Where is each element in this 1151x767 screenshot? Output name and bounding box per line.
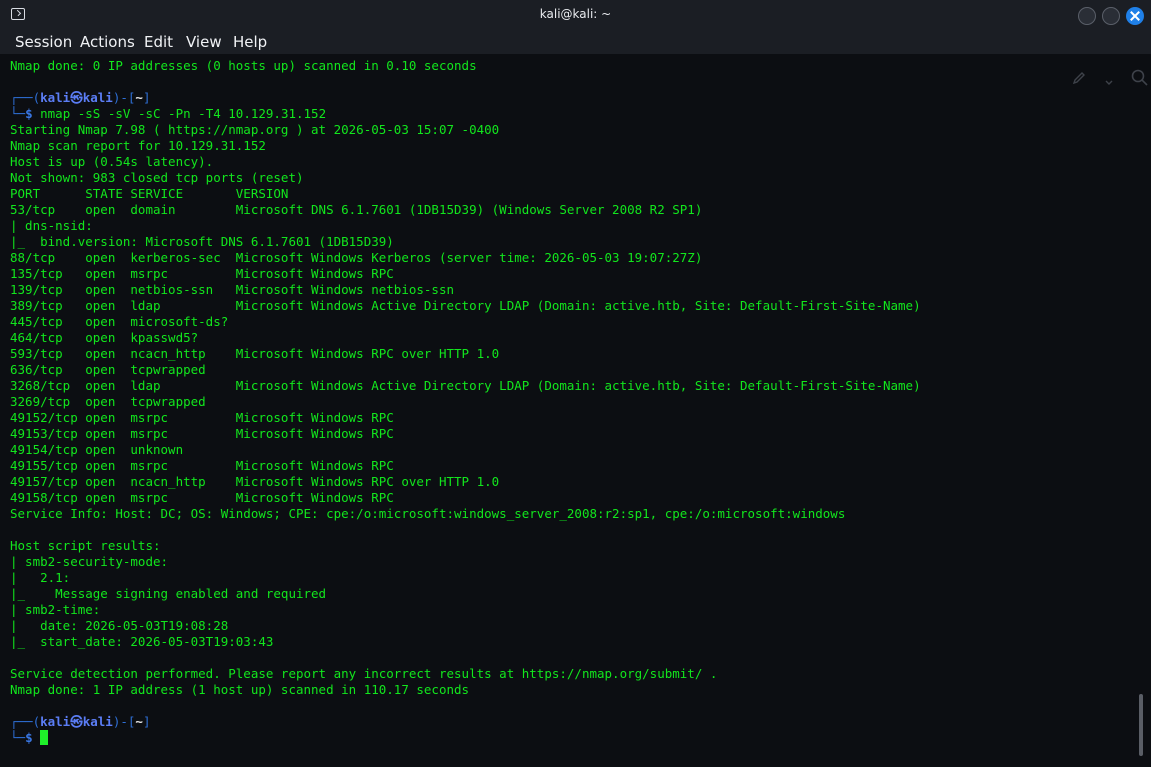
minimize-button[interactable] (1078, 7, 1096, 25)
prompt-user-host: kali㉿kali (40, 90, 113, 105)
terminal-line: 389/tcp open ldap Microsoft Windows Acti… (10, 298, 921, 313)
prompt-path: ~ (135, 714, 143, 729)
terminal-line: |_ start_date: 2026-05-03T19:03:43 (10, 634, 274, 649)
terminal-line: 88/tcp open kerberos-sec Microsoft Windo… (10, 250, 703, 265)
terminal-window: kali@kali: ~ Session Actions Edit View H… (0, 0, 1151, 767)
terminal-line: Nmap done: 0 IP addresses (0 hosts up) s… (10, 58, 477, 73)
title-bar[interactable]: kali@kali: ~ (0, 0, 1151, 31)
terminal-line: 3269/tcp open tcpwrapped (10, 394, 206, 409)
terminal-line: 49155/tcp open msrpc Microsoft Windows R… (10, 458, 394, 473)
terminal-line: | smb2-security-mode: (10, 554, 169, 569)
chevron-down-icon[interactable] (1104, 72, 1114, 85)
nmap-command: nmap -sS -sV -sC -Pn -T4 10.129.31.152 (40, 106, 327, 121)
menu-bar: Session Actions Edit View Help (0, 31, 1151, 54)
scrollbar-thumb[interactable] (1139, 694, 1143, 756)
terminal-line: 49152/tcp open msrpc Microsoft Windows R… (10, 410, 394, 425)
terminal-line: |_ Message signing enabled and required (10, 586, 327, 601)
terminal-line: 593/tcp open ncacn_http Microsoft Window… (10, 346, 500, 361)
terminal-line: 49157/tcp open ncacn_http Microsoft Wind… (10, 474, 500, 489)
prompt-user-host: kali㉿kali (40, 714, 113, 729)
terminal-line: 135/tcp open msrpc Microsoft Windows RPC (10, 266, 394, 281)
prompt-top-line: ┌──(kali㉿kali)-[~] (10, 714, 151, 729)
window-title: kali@kali: ~ (539, 7, 612, 21)
terminal-line: Host is up (0.54s latency). (10, 154, 214, 169)
menu-view[interactable]: View (184, 33, 224, 51)
terminal-line: | date: 2026-05-03T19:08:28 (10, 618, 229, 633)
terminal-line: 49153/tcp open msrpc Microsoft Windows R… (10, 426, 394, 441)
pencil-icon[interactable] (1072, 70, 1086, 85)
terminal-line: |_ bind.version: Microsoft DNS 6.1.7601 … (10, 234, 394, 249)
scrollbar[interactable] (1137, 54, 1145, 760)
terminal-line: 53/tcp open domain Microsoft DNS 6.1.760… (10, 202, 703, 217)
terminal-line: Starting Nmap 7.98 ( https://nmap.org ) … (10, 122, 500, 137)
terminal-line: 445/tcp open microsoft-ds? (10, 314, 229, 329)
menu-help[interactable]: Help (231, 33, 269, 51)
terminal-area[interactable]: Nmap done: 0 IP addresses (0 hosts up) s… (0, 54, 1151, 767)
terminal-line: 49154/tcp open unknown (10, 442, 184, 457)
terminal-line: | dns-nsid: (10, 218, 93, 233)
nmap-output: Starting Nmap 7.98 ( https://nmap.org ) … (10, 122, 1130, 698)
maximize-button[interactable] (1102, 7, 1120, 25)
terminal-line: 49158/tcp open msrpc Microsoft Windows R… (10, 490, 394, 505)
input-line[interactable]: └─$ (10, 730, 1130, 746)
prompt-path: ~ (135, 90, 143, 105)
terminal-line: 636/tcp open tcpwrapped (10, 362, 206, 377)
terminal-line: 464/tcp open kpasswd5? (10, 330, 199, 345)
terminal-line: Not shown: 983 closed tcp ports (reset) (10, 170, 304, 185)
terminal-output: Nmap done: 0 IP addresses (0 hosts up) s… (10, 58, 1130, 746)
terminal-line: 139/tcp open netbios-ssn Microsoft Windo… (10, 282, 455, 297)
terminal-line: 3268/tcp open ldap Microsoft Windows Act… (10, 378, 921, 393)
menu-edit[interactable]: Edit (142, 33, 175, 51)
close-button[interactable] (1126, 7, 1144, 25)
text-cursor (40, 730, 49, 745)
terminal-line: | smb2-time: (10, 602, 101, 617)
terminal-line: Nmap done: 1 IP address (1 host up) scan… (10, 682, 470, 697)
command-line: └─$ nmap -sS -sV -sC -Pn -T4 10.129.31.1… (10, 106, 327, 121)
terminal-line: Service detection performed. Please repo… (10, 666, 718, 681)
menu-session[interactable]: Session (13, 33, 74, 51)
terminal-line: Service Info: Host: DC; OS: Windows; CPE… (10, 506, 846, 521)
terminal-line: Nmap scan report for 10.129.31.152 (10, 138, 266, 153)
terminal-line: | 2.1: (10, 570, 71, 585)
terminal-line: Host script results: (10, 538, 161, 553)
prompt-top-line: ┌──(kali㉿kali)-[~] (10, 90, 151, 105)
terminal-line: PORT STATE SERVICE VERSION (10, 186, 289, 201)
menu-actions[interactable]: Actions (78, 33, 137, 51)
